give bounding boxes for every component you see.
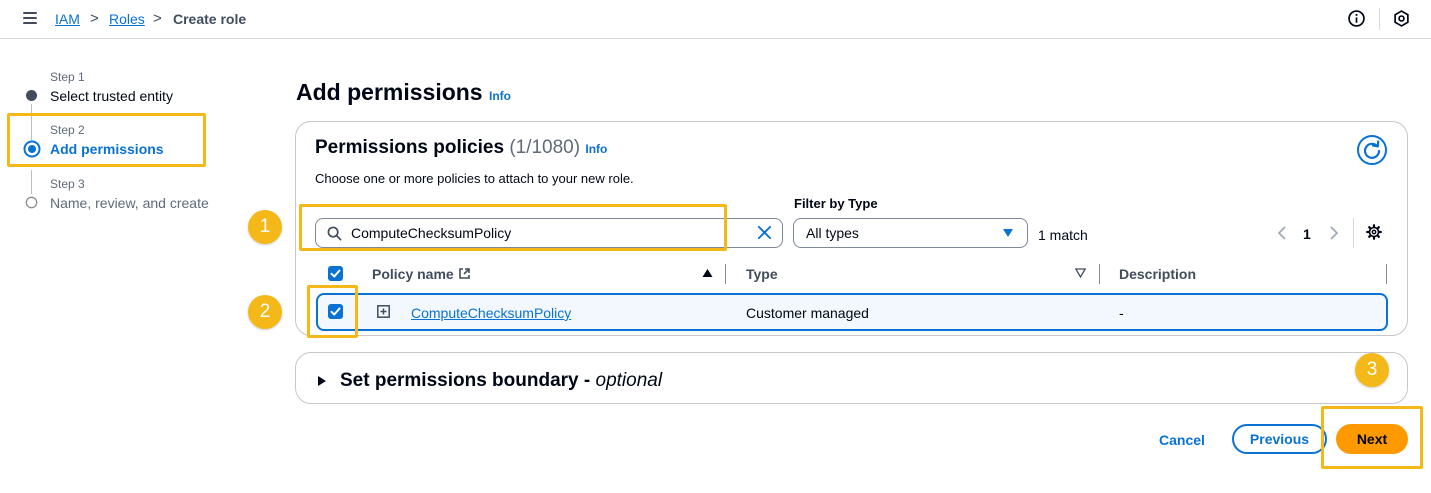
- page-title: Add permissions Info: [296, 79, 511, 105]
- policy-name-link[interactable]: ComputeChecksumPolicy: [411, 305, 571, 321]
- breadcrumb-iam-link[interactable]: IAM: [55, 11, 80, 27]
- breadcrumb-roles-link[interactable]: Roles: [109, 11, 145, 27]
- column-header-description[interactable]: Description: [1119, 266, 1196, 282]
- current-page-number[interactable]: 1: [1303, 226, 1311, 242]
- annotation-box-search: [299, 204, 727, 251]
- cancel-button[interactable]: Cancel: [1149, 427, 1215, 453]
- hamburger-menu-icon[interactable]: [23, 12, 37, 24]
- filter-type-value[interactable]: All types: [806, 225, 859, 241]
- caret-right-icon[interactable]: [317, 375, 327, 387]
- step-1-label: Step 1: [50, 70, 85, 84]
- clear-search-icon[interactable]: [757, 225, 772, 240]
- column-resizer[interactable]: [1386, 264, 1387, 284]
- sort-unsorted-icon[interactable]: [1075, 268, 1086, 278]
- caret-down-icon[interactable]: [1002, 228, 1014, 238]
- step-3-title: Name, review, and create: [50, 195, 209, 211]
- column-resizer[interactable]: [1099, 264, 1100, 284]
- top-bar-divider: [1379, 8, 1380, 30]
- notifications-icon[interactable]: [1393, 10, 1410, 27]
- policy-description-cell: -: [1119, 305, 1124, 321]
- refresh-icon[interactable]: [1356, 134, 1388, 166]
- select-all-checkbox[interactable]: [328, 266, 343, 281]
- policy-type-cell: Customer managed: [746, 305, 869, 321]
- expand-row-icon[interactable]: [377, 305, 390, 318]
- sort-ascending-icon[interactable]: [702, 268, 713, 278]
- pagination-divider: [1353, 218, 1354, 248]
- annotation-badge-2: 2: [248, 295, 282, 329]
- annotation-box-checkbox: [307, 285, 358, 338]
- external-link-icon: [458, 268, 470, 279]
- settings-gear-icon[interactable]: [1366, 224, 1382, 240]
- step-pending-circle-icon: [25, 196, 38, 209]
- column-header-policy-name[interactable]: Policy name: [372, 266, 471, 282]
- filter-by-type-label: Filter by Type: [794, 196, 878, 211]
- step-1-title[interactable]: Select trusted entity: [50, 88, 173, 104]
- previous-page-icon[interactable]: [1277, 226, 1287, 240]
- annotation-badge-1: 1: [248, 210, 282, 244]
- next-page-icon[interactable]: [1329, 226, 1339, 240]
- step-connector: [31, 170, 32, 194]
- step-3-label: Step 3: [50, 177, 85, 191]
- column-resizer[interactable]: [725, 264, 726, 284]
- annotation-box-step: [7, 113, 206, 167]
- policies-header: Permissions policies (1/1080) Info: [315, 137, 608, 158]
- match-count: 1 match: [1038, 227, 1088, 243]
- page-info-link[interactable]: Info: [489, 89, 511, 103]
- policies-info-link[interactable]: Info: [585, 142, 607, 156]
- breadcrumb-chevron-icon: >: [153, 10, 162, 27]
- breadcrumb-chevron-icon: >: [90, 10, 99, 27]
- info-circle-icon[interactable]: [1348, 10, 1365, 27]
- permissions-boundary-title[interactable]: Set permissions boundary - optional: [340, 370, 662, 392]
- previous-button[interactable]: Previous: [1232, 424, 1327, 454]
- checkmark-icon: [330, 269, 341, 278]
- column-header-type[interactable]: Type: [746, 266, 778, 282]
- policies-description: Choose one or more policies to attach to…: [315, 171, 634, 186]
- step-completed-dot-icon: [26, 90, 37, 101]
- annotation-badge-3: 3: [1355, 353, 1389, 387]
- policies-count: (1/1080): [509, 137, 581, 158]
- breadcrumb-current: Create role: [173, 11, 247, 27]
- annotation-box-next: [1321, 406, 1423, 469]
